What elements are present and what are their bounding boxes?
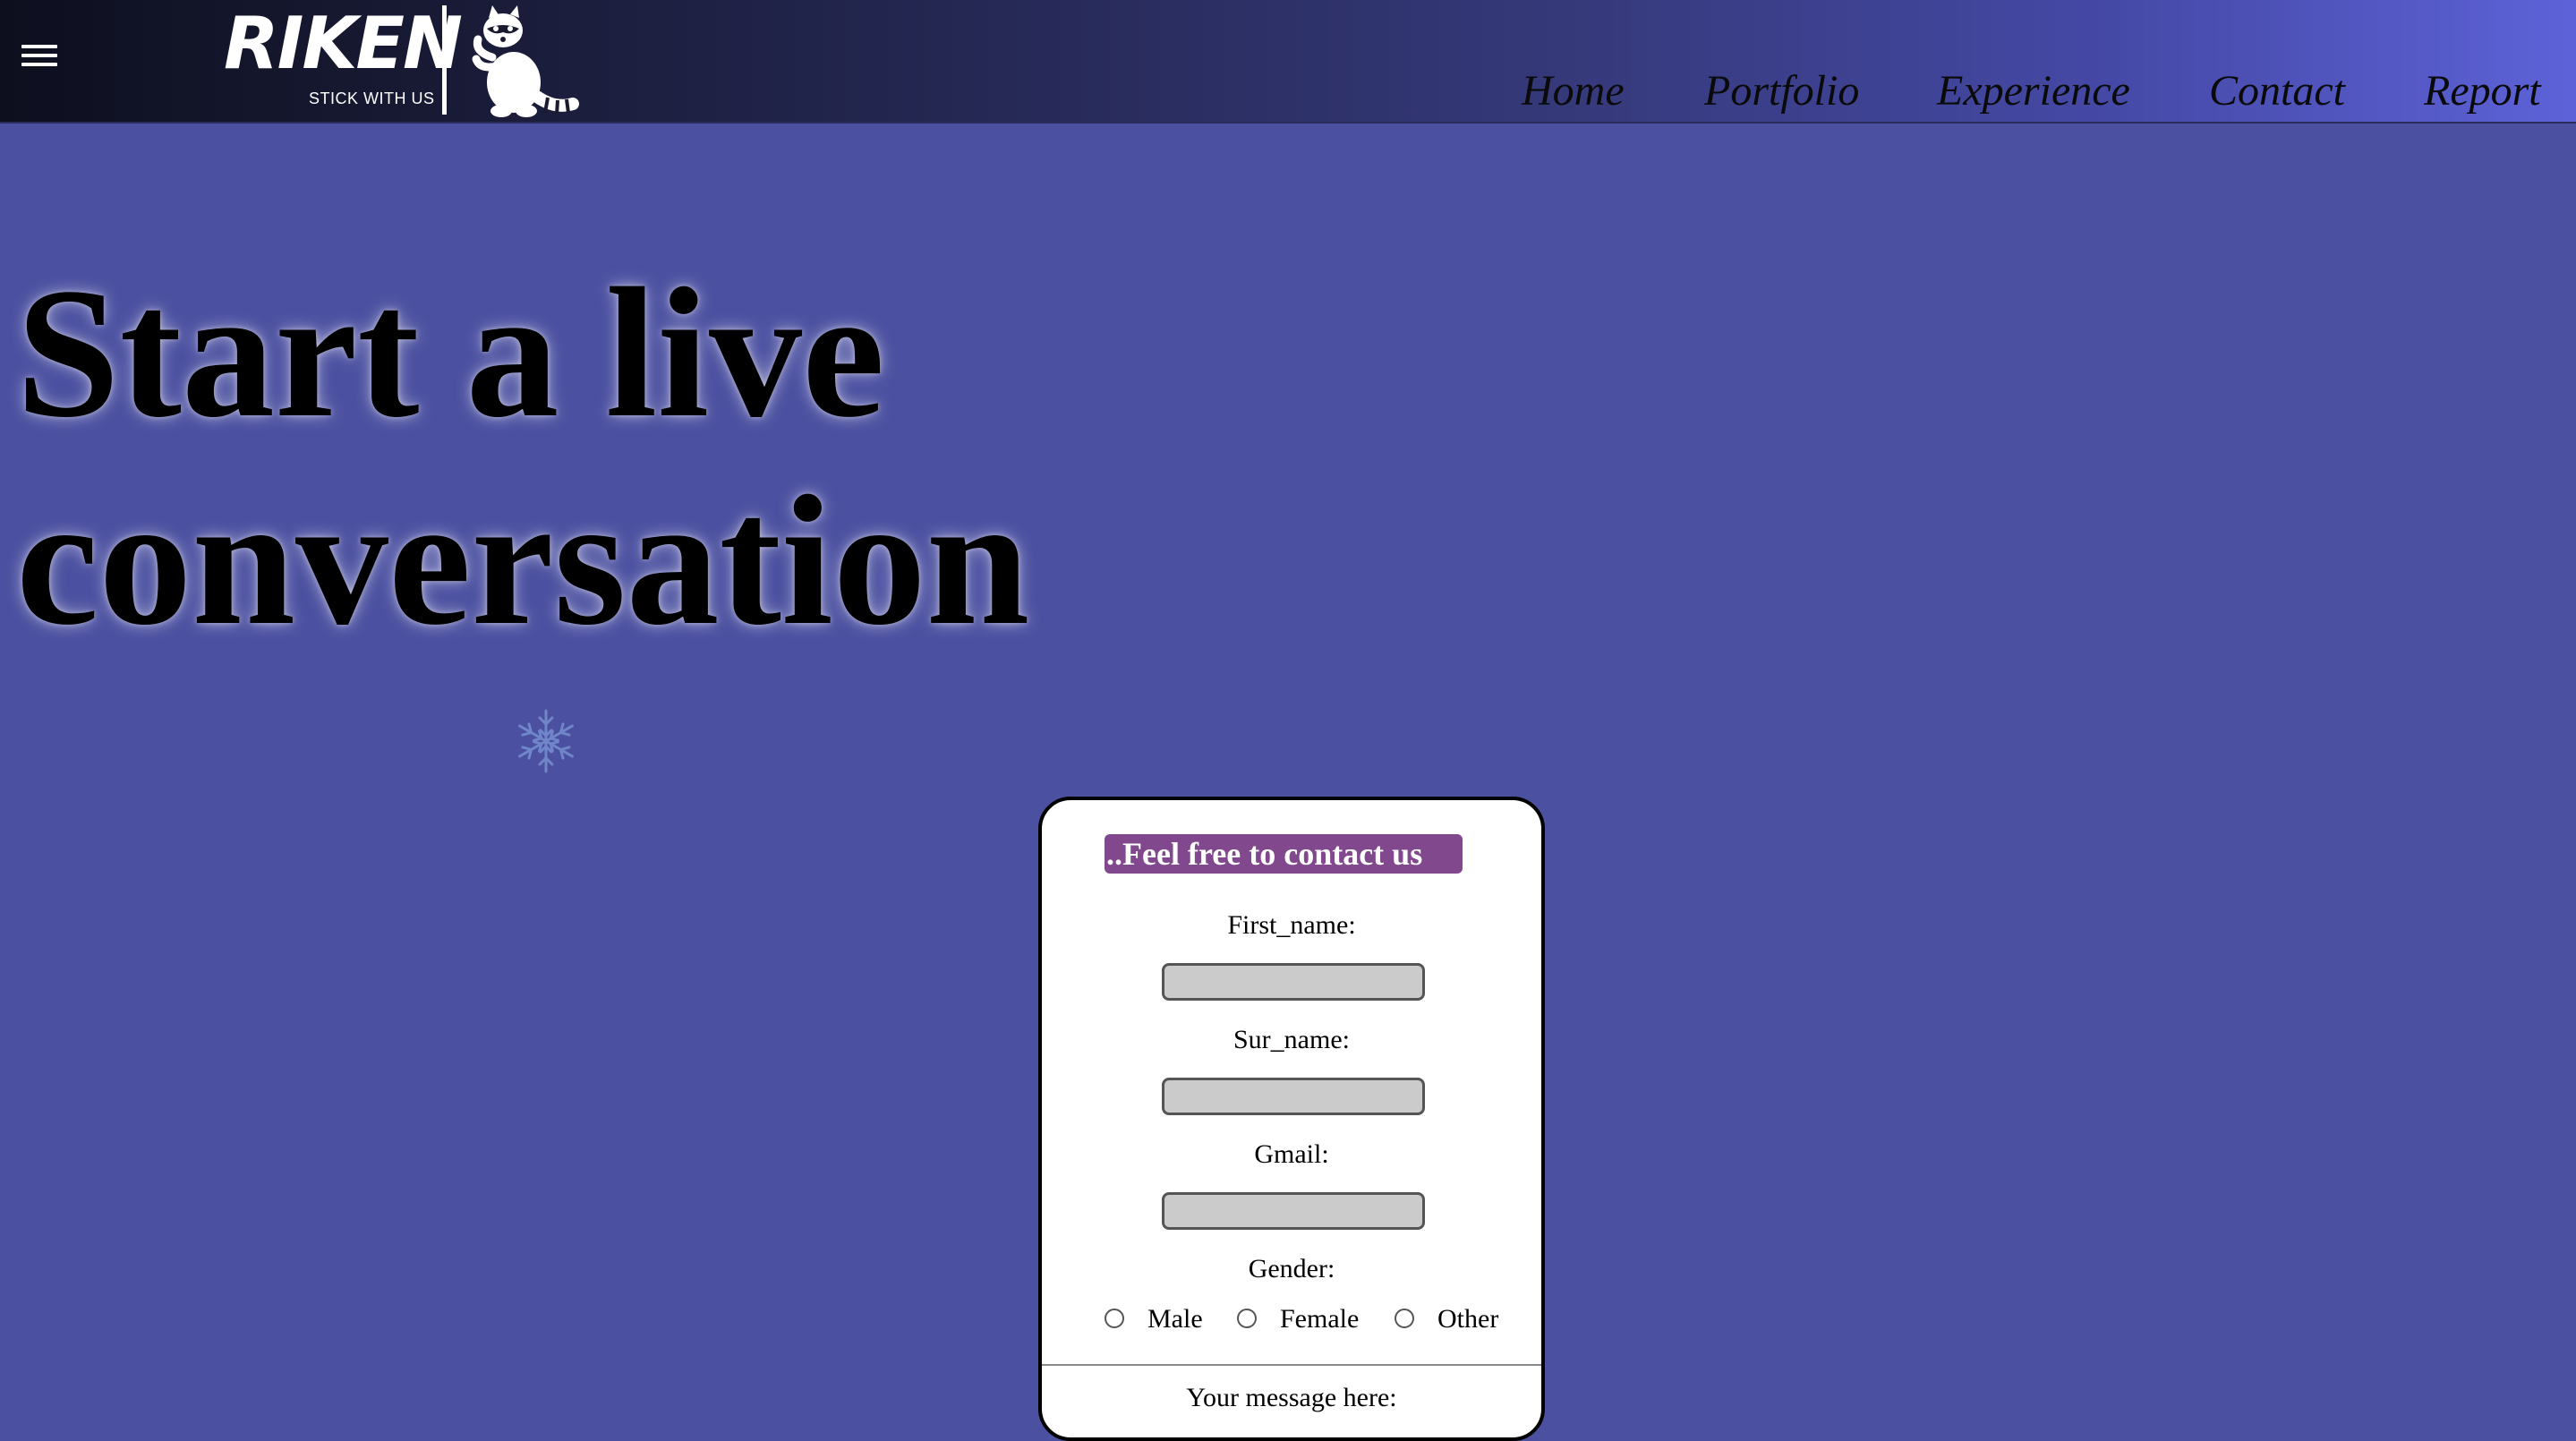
first-name-label: First_name:: [1227, 910, 1356, 940]
male-radio-label: Male: [1147, 1304, 1203, 1334]
main-nav: Home Portfolio Experience Contact Report: [0, 64, 2576, 118]
hero-title-line-2: conversation: [16, 457, 1030, 663]
gmail-label: Gmail:: [1254, 1139, 1329, 1169]
top-navbar: RIKEN STICK WITH US Home Portfolio Exper…: [0, 0, 2576, 124]
other-radio-label: Other: [1437, 1304, 1499, 1334]
other-radio[interactable]: [1395, 1309, 1414, 1328]
gender-radio-group: Male Female Other: [1042, 1301, 1541, 1337]
form-divider: [1042, 1364, 1541, 1366]
gender-label: Gender:: [1248, 1254, 1335, 1283]
nav-contact[interactable]: Contact: [2209, 64, 2345, 118]
nav-home[interactable]: Home: [1522, 64, 1625, 118]
nav-experience[interactable]: Experience: [1937, 64, 2130, 118]
first-name-input[interactable]: [1162, 963, 1425, 1001]
snowflake-icon: [518, 709, 574, 773]
sur-name-label: Sur_name:: [1233, 1025, 1350, 1054]
nav-portfolio[interactable]: Portfolio: [1704, 64, 1859, 118]
message-label: Your message here:: [1186, 1383, 1397, 1412]
female-radio-label: Female: [1280, 1304, 1360, 1334]
hero-title-line-1: Start a live: [16, 250, 885, 456]
hero-title: Start a live conversation: [16, 249, 1029, 664]
sur-name-input[interactable]: [1162, 1078, 1425, 1115]
contact-form: ..Feel free to contact us First_name: Su…: [1038, 797, 1545, 1441]
form-heading: ..Feel free to contact us: [1105, 834, 1463, 874]
nav-report[interactable]: Report: [2424, 64, 2541, 118]
female-radio[interactable]: [1237, 1309, 1257, 1328]
male-radio[interactable]: [1105, 1309, 1124, 1328]
gmail-input[interactable]: [1162, 1192, 1425, 1230]
